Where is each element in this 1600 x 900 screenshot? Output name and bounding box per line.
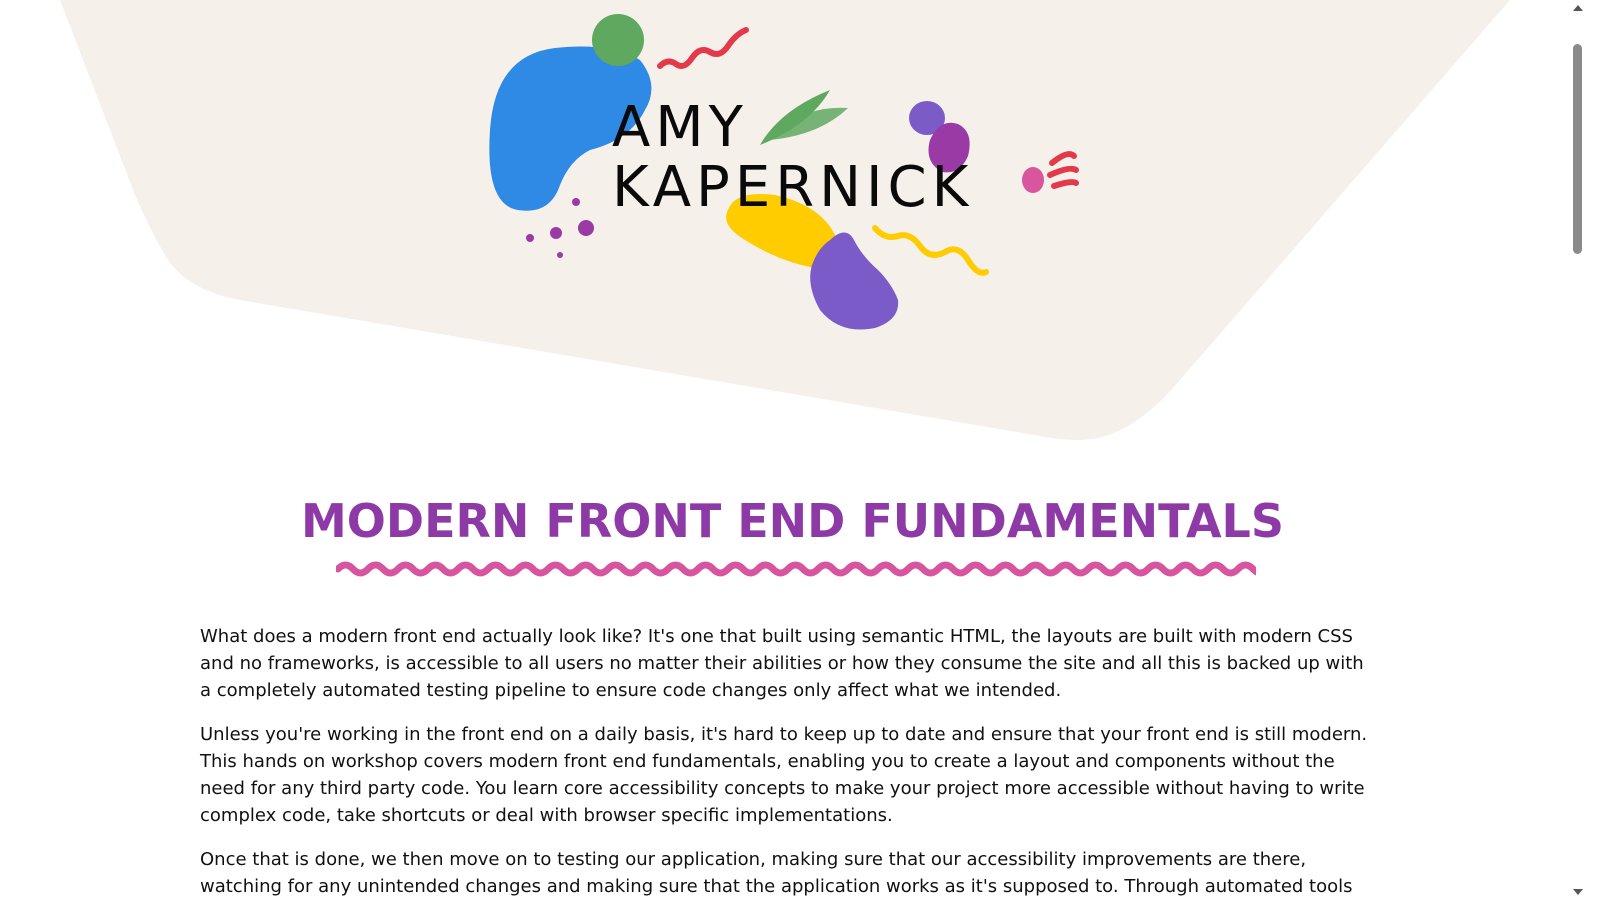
intro-paragraph-1: What does a modern front end actually lo… [200,626,1364,701]
main-content: What does a modern front end actually lo… [200,623,1380,900]
scroll-down-arrow-icon[interactable] [1573,889,1583,895]
page: AMY KAPERNICK MODERN FRONT END FUNDAMENT… [0,0,1585,900]
purple-dot-4 [578,220,594,236]
purple-blob-shape [810,232,899,330]
intro-paragraph-2: Unless you're working in the front end o… [200,724,1368,826]
logo-line-1: AMY [612,95,748,160]
green-blob-shape [592,14,644,66]
scrollbar-thumb[interactable] [1573,44,1582,254]
purple-dot-2 [550,227,562,239]
logo-text: AMY KAPERNICK [612,98,973,218]
intro-paragraph-3: Once that is done, we then move on to te… [200,849,1353,897]
title-underline-squiggle [336,561,1256,577]
red-dash-shape-3 [1051,179,1079,189]
purple-dot-5 [557,252,563,258]
scroll-up-arrow-icon[interactable] [1573,5,1583,11]
pink-dot-shape [1022,167,1044,193]
purple-dot-1 [526,234,534,242]
purple-dot-3 [572,198,580,206]
page-title: MODERN FRONT END FUNDAMENTALS [301,494,1284,548]
logo-line-2: KAPERNICK [612,155,974,220]
vertical-scrollbar[interactable] [1570,0,1585,900]
yellow-squiggle-shape [872,225,989,276]
red-dash-shape-2 [1047,165,1079,178]
red-squiggle-shape [657,27,749,69]
page-title-wrapper: MODERN FRONT END FUNDAMENTALS [0,495,1585,547]
red-dash-shape-1 [1049,151,1077,166]
